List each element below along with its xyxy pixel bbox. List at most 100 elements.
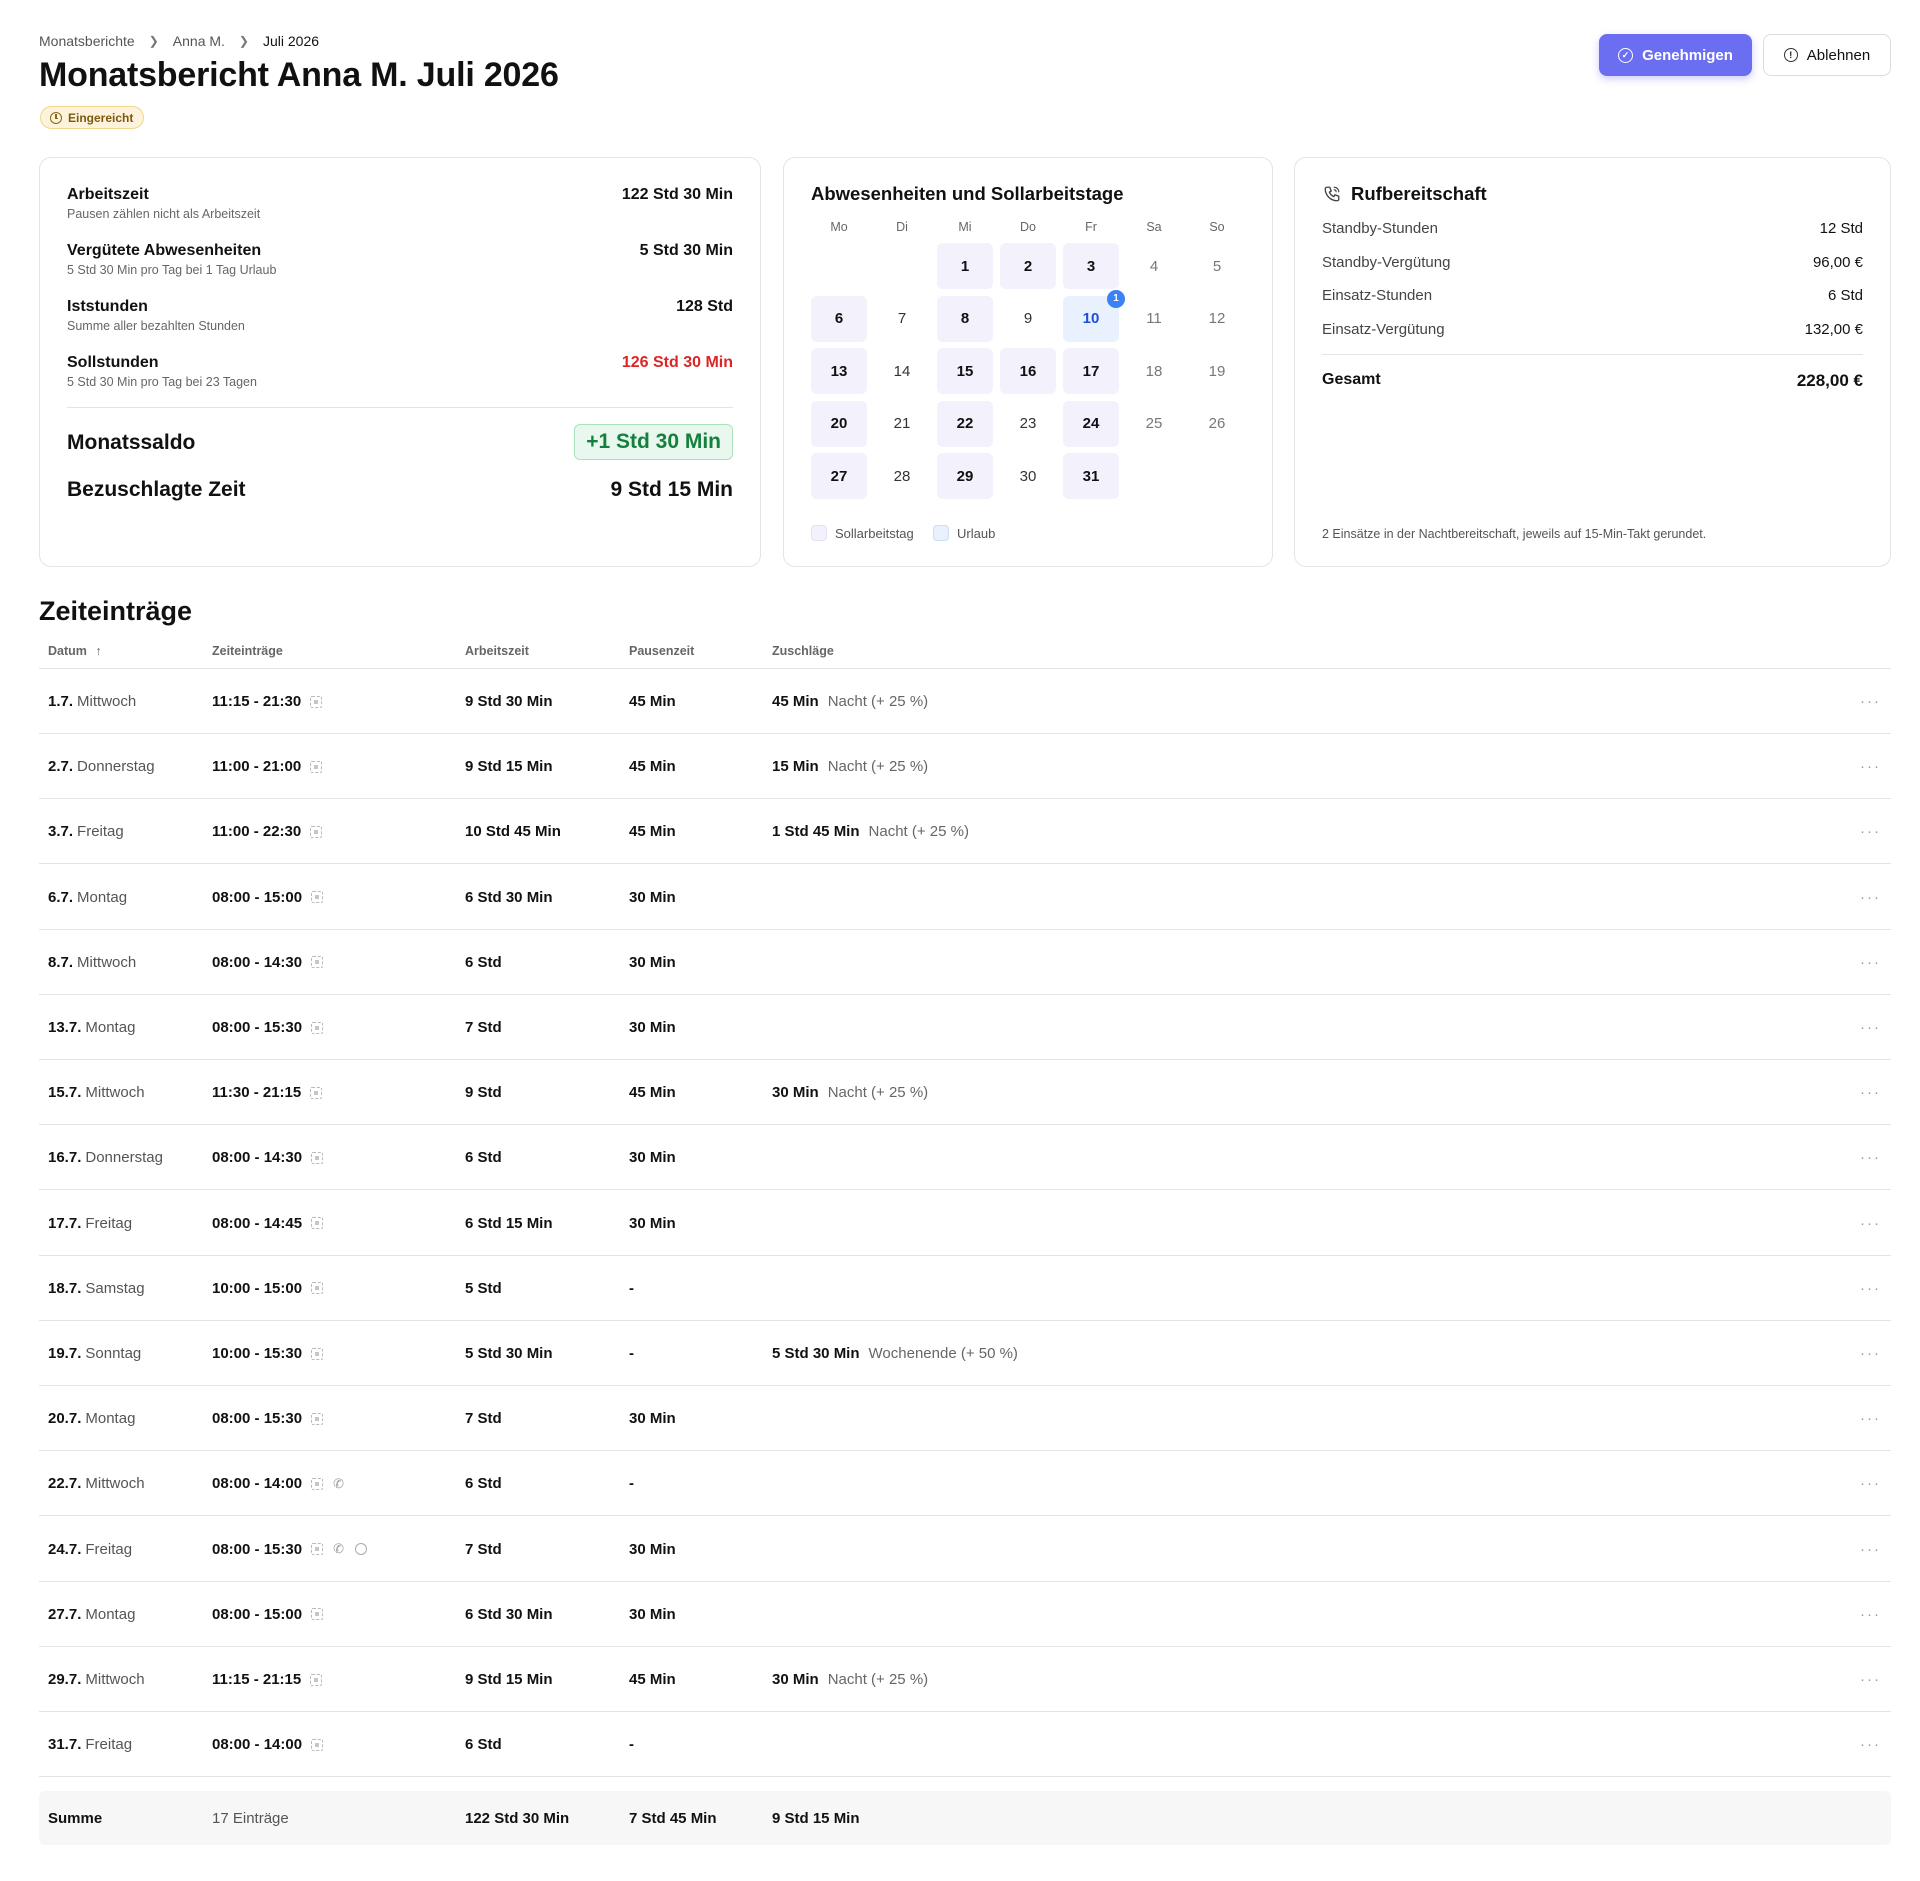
calendar-day[interactable]: 20 xyxy=(811,400,867,447)
row-more-menu-icon[interactable]: ··· xyxy=(1860,734,1881,799)
row-more-menu-icon[interactable]: ··· xyxy=(1860,1256,1881,1321)
calendar-day[interactable]: 17 xyxy=(1063,348,1119,394)
row-work-time: 7 Std xyxy=(465,1540,502,1558)
status-badge: Eingereicht xyxy=(40,106,145,129)
row-more-menu-icon[interactable]: ··· xyxy=(1860,799,1881,864)
calendar-day[interactable]: 1 xyxy=(937,243,993,289)
calendar-day[interactable]: 30 xyxy=(1000,453,1056,499)
breadcrumb: Monatsberichte ❯ Anna M. ❯ Juli 2026 xyxy=(39,33,319,49)
breadcrumb-monatsberichte[interactable]: Monatsberichte xyxy=(39,33,135,49)
calendar-day-number: 4 xyxy=(1149,257,1159,275)
calendar-day[interactable]: 14 xyxy=(874,348,930,394)
calendar-day[interactable]: 25 xyxy=(1126,401,1182,447)
calendar-day[interactable]: 8 xyxy=(937,295,993,342)
row-surcharge-duration: 30 Min xyxy=(772,1084,819,1102)
standby-row: Standby-Stunden 12 Std xyxy=(1322,220,1863,237)
row-more-menu-icon[interactable]: ··· xyxy=(1860,1125,1881,1190)
row-work-time: 9 Std 15 Min xyxy=(465,1671,553,1688)
breadcrumb-current: Juli 2026 xyxy=(262,33,320,49)
qr-code-icon xyxy=(310,825,323,838)
calendar-day[interactable]: 11 xyxy=(1126,296,1182,342)
row-date-number: 24.7. xyxy=(48,1540,82,1558)
row-more-menu-icon[interactable]: ··· xyxy=(1860,995,1881,1060)
calendar-day[interactable]: 6 xyxy=(811,295,867,342)
calendar-day[interactable]: 13 xyxy=(811,348,867,394)
row-pause-time: 30 Min xyxy=(629,953,676,971)
calendar-day[interactable]: 24 xyxy=(1063,400,1119,447)
calendar-day[interactable]: 27 xyxy=(811,453,867,499)
calendar-day[interactable]: 9 xyxy=(1000,296,1056,342)
row-more-menu-icon[interactable]: ··· xyxy=(1860,865,1881,930)
calendar-day[interactable]: 21 xyxy=(874,401,930,447)
calendar-day[interactable]: 23 xyxy=(1000,401,1056,447)
column-header-datum[interactable]: Datum ↑ xyxy=(48,644,102,658)
row-weekday: Samstag xyxy=(85,1279,145,1297)
stat-sub: Summe aller bezahlten Stunden xyxy=(67,319,245,333)
row-surcharge-type: Nacht (+ 25 %) xyxy=(827,693,929,710)
qr-code-icon xyxy=(310,695,323,708)
calendar-day[interactable]: 26 xyxy=(1189,401,1245,447)
calendar-day[interactable]: 18 xyxy=(1126,348,1182,394)
standby-row: Einsatz-Vergütung 132,00 € xyxy=(1322,321,1863,338)
stat-value: 126 Std 30 Min xyxy=(621,354,733,371)
calendar-day-number: 23 xyxy=(1019,415,1037,432)
calendar-day-badge: 1 xyxy=(1107,289,1125,308)
row-more-menu-icon[interactable]: ··· xyxy=(1860,669,1881,734)
row-more-menu-icon[interactable]: ··· xyxy=(1860,1582,1881,1647)
reject-button[interactable]: ! Ablehnen xyxy=(1763,34,1891,76)
monatssaldo-badge: +1 Std 30 Min xyxy=(574,424,733,460)
row-surcharge: 5 Std 30 Min Wochenende (+ 50 %) xyxy=(772,1321,1018,1386)
calendar-day[interactable]: 29 xyxy=(937,453,993,499)
monatssaldo-label: Monatssaldo xyxy=(67,431,196,454)
calendar-day[interactable]: 7 xyxy=(874,296,930,342)
row-more-menu-icon[interactable]: ··· xyxy=(1860,1386,1881,1451)
row-more-menu-icon[interactable]: ··· xyxy=(1860,1191,1881,1256)
row-date-number: 16.7. xyxy=(48,1149,82,1167)
row-date: 19.7. Sonntag xyxy=(48,1321,141,1386)
breadcrumb-employee[interactable]: Anna M. xyxy=(173,33,225,49)
calendar-day[interactable]: 5 xyxy=(1189,243,1245,289)
row-more-menu-icon[interactable]: ··· xyxy=(1860,1647,1881,1712)
row-surcharge-type: Wochenende (+ 50 %) xyxy=(868,1345,1018,1362)
bezuschlagte-zeit-label: Bezuschlagte Zeit xyxy=(67,478,246,501)
row-more-menu-icon[interactable]: ··· xyxy=(1860,930,1881,995)
phone-icon: ✆ xyxy=(333,1541,344,1557)
row-more-menu-icon[interactable]: ··· xyxy=(1860,1451,1881,1516)
qr-code-icon xyxy=(311,1021,324,1034)
calendar-day[interactable]: 10 1 xyxy=(1063,289,1125,342)
row-more-menu-icon[interactable]: ··· xyxy=(1860,1060,1881,1125)
calendar-day[interactable]: 28 xyxy=(874,453,930,499)
calendar-day[interactable]: 12 xyxy=(1189,296,1245,342)
row-time-entry: 08:00 - 15:30 ✆ xyxy=(212,1517,368,1582)
row-pause-time: 30 Min xyxy=(629,1605,676,1623)
row-date-number: 3.7. xyxy=(48,823,74,841)
calendar-day-number: 19 xyxy=(1208,362,1226,380)
row-time-entry: 08:00 - 15:00 xyxy=(212,1582,324,1647)
table-row: 29.7. Mittwoch 11:15 - 21:15 9 Std 15 Min 45… xyxy=(39,1647,1891,1712)
chevron-right-icon: ❯ xyxy=(148,34,159,48)
row-more-menu-icon[interactable]: ··· xyxy=(1860,1517,1881,1582)
row-time-entry: 08:00 - 14:00 xyxy=(212,1712,324,1777)
calendar-day[interactable]: 22 xyxy=(937,400,993,447)
calendar-day[interactable]: 4 xyxy=(1126,243,1182,289)
alert-circle-icon: ! xyxy=(1783,48,1798,62)
sort-ascending-icon: ↑ xyxy=(95,644,102,658)
check-circle-icon: ✓ xyxy=(1618,47,1634,63)
table-row: 16.7. Donnerstag 08:00 - 14:30 6 Std 30 Min ·… xyxy=(39,1125,1891,1191)
calendar-day[interactable]: 3 xyxy=(1063,243,1119,289)
row-more-menu-icon[interactable]: ··· xyxy=(1860,1321,1881,1386)
row-weekday: Mittwoch xyxy=(77,693,137,710)
calendar-day[interactable]: 19 xyxy=(1189,348,1245,394)
calendar-day[interactable]: 16 xyxy=(1000,348,1056,394)
phone-icon xyxy=(1324,186,1340,202)
qr-code-icon xyxy=(311,891,324,904)
calendar-day[interactable]: 15 xyxy=(937,348,993,394)
table-row: 19.7. Sonntag 10:00 - 15:30 5 Std 30 Min - 5 … xyxy=(39,1321,1891,1386)
row-pause-time: - xyxy=(629,1279,634,1297)
calendar-day-number: 1 xyxy=(960,257,970,275)
approve-button[interactable]: ✓ Genehmigen xyxy=(1599,34,1752,76)
row-time-range: 10:00 - 15:30 xyxy=(212,1345,303,1362)
calendar-day[interactable]: 31 xyxy=(1063,453,1119,499)
row-more-menu-icon[interactable]: ··· xyxy=(1860,1712,1881,1777)
calendar-day[interactable]: 2 xyxy=(1000,243,1056,289)
